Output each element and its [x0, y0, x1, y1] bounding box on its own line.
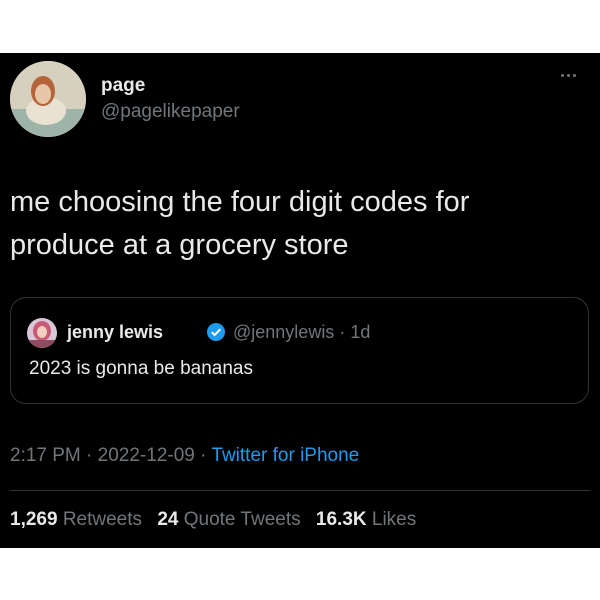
likes-stat[interactable]: 16.3K Likes [316, 509, 416, 530]
quoted-tweet-text: 2023 is gonna be bananas [29, 358, 253, 379]
quoted-author-avatar[interactable] [27, 318, 57, 348]
likes-label: Likes [371, 509, 417, 530]
quoted-tweet[interactable]: jenny lewis @jennylewis · 1d 2023 is gon… [10, 297, 589, 404]
quote-tweets-count: 24 [157, 509, 179, 530]
tweet-text: me choosing the four digit codes for pro… [10, 186, 470, 261]
author-avatar[interactable] [10, 61, 86, 137]
quote-tweets-label: Quote Tweets [183, 509, 301, 530]
separator-dot: · [200, 445, 212, 466]
tweet-source-link[interactable]: Twitter for iPhone [211, 445, 359, 466]
tweet-date[interactable]: 2022-12-09 [98, 445, 195, 466]
tweet-card: page @pagelikepaper me choosing the four… [0, 53, 600, 548]
author-handle[interactable]: @pagelikepaper [101, 101, 240, 123]
quoted-time-ago[interactable]: 1d [350, 322, 370, 342]
tweet-time[interactable]: 2:17 PM [10, 445, 81, 466]
more-options-icon[interactable] [561, 69, 589, 81]
author-name[interactable]: page [101, 75, 145, 97]
verified-badge-icon [207, 323, 225, 341]
quote-tweets-stat[interactable]: 24 Quote Tweets [157, 509, 306, 530]
tweet-meta: 2:17 PM · 2022-12-09 · Twitter for iPhon… [10, 445, 359, 467]
divider [10, 490, 590, 491]
separator-dot: · [339, 322, 346, 342]
separator-dot: · [86, 445, 98, 466]
retweets-stat[interactable]: 1,269 Retweets [10, 509, 147, 530]
likes-count: 16.3K [315, 509, 367, 530]
retweets-count: 1,269 [10, 509, 58, 530]
tweet-stats: 1,269 Retweets 24 Quote Tweets 16.3K Lik… [10, 509, 426, 531]
retweets-label: Retweets [62, 509, 143, 530]
quoted-author-name[interactable]: jenny lewis [67, 322, 163, 343]
quoted-author-handle[interactable]: @jennylewis [233, 322, 334, 342]
quoted-author-handle-line: @jennylewis · 1d [233, 322, 370, 343]
